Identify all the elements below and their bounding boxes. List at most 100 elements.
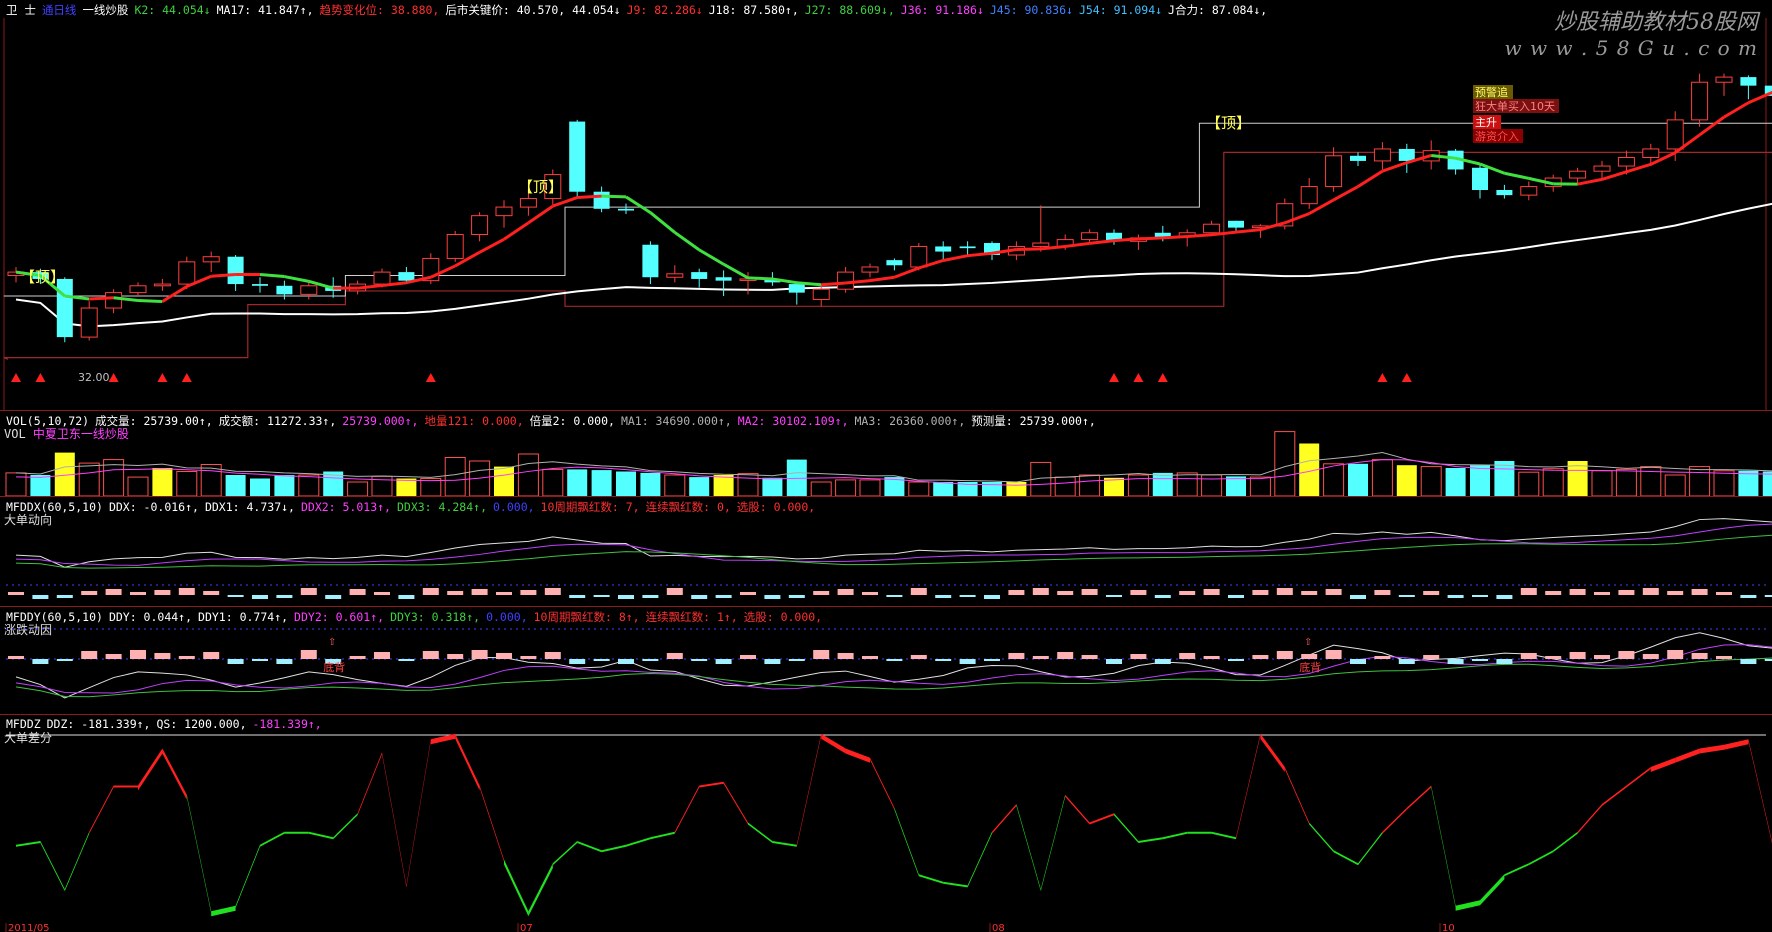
volume-pane[interactable]: VOL(5,10,72)成交量: 25739.00↑,成交额: 11272.33… [0,410,1772,496]
signal-triangle [109,373,119,382]
ddz-segment [1431,786,1455,908]
ddz-segment [870,758,894,810]
ddz-segment [1578,804,1602,834]
ddy-bar [716,659,732,664]
volume-bar [1397,465,1417,496]
ddz-segment [919,874,943,883]
ddy-bar [862,656,878,659]
ma-segment [870,277,894,280]
ddz-segment [1504,863,1528,876]
ddy-bar [203,652,219,659]
ddy-bar [81,651,97,659]
volume-bar [152,468,172,496]
ddx-bar [447,591,463,595]
ddx-bar [911,588,927,595]
main-price-pane[interactable]: 卫 士通日线一线炒股K2: 44.054↓MA17: 41.847↑,趋势变化位… [0,0,1772,410]
ddx-bar [1204,589,1220,595]
volume-bar [1470,465,1490,496]
ddz-segment [577,841,601,852]
ddz-segment [1480,874,1504,905]
trend-stop-line [4,152,1772,359]
ma-segment [699,250,723,264]
ddy-bar [1057,652,1073,659]
volume-bar [79,463,99,496]
ddx-bar [1423,591,1439,595]
ma-segment [1358,171,1382,186]
ddy-bar [1277,651,1293,659]
ddy-bar [374,652,390,659]
ddx-bar [57,595,73,598]
ddx-bar [520,590,536,595]
ddz-segment [772,841,796,847]
candle-body [1570,171,1586,178]
ddx-bar [81,591,97,595]
candle-body [642,245,658,278]
candle-body [472,216,488,235]
ddx-bar [228,595,244,597]
volume-bar [1250,477,1270,496]
volume-bar [1226,476,1246,496]
volume-bar [226,475,246,496]
ddy-bar [1033,656,1049,659]
candle-body [1692,82,1708,120]
ddx-bar [1228,595,1244,598]
ddz-segment [1700,745,1724,754]
ddy-bar [1106,659,1122,664]
volume-bar [1690,467,1710,496]
volume-bar [1080,475,1100,496]
ma-segment [602,196,626,197]
ddz-pane[interactable]: MFDDZDDZ: -181.339↑,QS: 1200.000,-181.33… [0,714,1772,931]
volume-bar [836,480,856,496]
signal-triangle [1109,373,1119,382]
ma-segment [1090,241,1114,244]
watermark: 炒股辅助教材58股网 w w w . 5 8 G u . c o m [1504,4,1758,60]
ddy-bar [569,659,585,664]
ddx-bar [740,592,756,595]
ddy-bar [1228,659,1244,661]
volume-bar [1348,464,1368,496]
ddy-bar [301,650,317,659]
ddz-segment [821,734,845,754]
ddx-pane[interactable]: MFDDX(60,5,10)DDX: -0.016↑,DDX1: 4.737↓,… [0,496,1772,606]
ddy-bar [618,659,634,664]
ddy-bar [594,659,610,661]
candlestick-chart[interactable]: 32.00预警追狂大单买入10天主升游资介入 [0,0,1772,410]
ddx-bar [374,592,390,595]
ma-segment [1578,179,1602,184]
ddz-segment [89,786,113,834]
ddx-bar [1618,590,1634,595]
volume-bar [299,475,319,496]
ddx-bar [1496,595,1512,599]
top-label: 【顶】 [20,266,65,287]
ddx-bar [1448,595,1464,598]
volume-bar [1324,464,1344,496]
ddz-segment [797,734,821,847]
candle-body [520,199,536,208]
ma-segment [724,264,748,278]
ddy-bar [1472,659,1488,661]
candle-body [301,286,317,295]
ma-segment [797,283,821,285]
ddx-bar [276,595,292,598]
ddx-bar [1057,591,1073,595]
candle-body [1521,187,1537,196]
watermark-line2: w w w . 5 8 G u . c o m [1504,36,1758,60]
volume-bar [1543,469,1563,496]
ma-segment [577,196,601,197]
volume-bar [616,472,636,497]
signal-triangle [1402,373,1412,382]
ddy-pane[interactable]: MFDDY(60,5,10)DDY: 0.044↑,DDY1: 0.774↑,D… [0,606,1772,714]
candle-body [252,284,268,286]
ddx-bar [886,595,902,597]
ddz-segment [504,860,528,917]
ddz-segment [1553,832,1577,853]
ddz-segment [1651,758,1675,772]
ddz-segment [1358,832,1382,865]
ddy-bar [1692,653,1708,659]
ddy-bar [1130,654,1146,659]
ddy-bar [350,656,366,659]
ma-segment [1724,103,1748,117]
ddx-bar [1179,591,1195,595]
volume-bar [762,478,782,496]
ma-segment [748,278,772,279]
